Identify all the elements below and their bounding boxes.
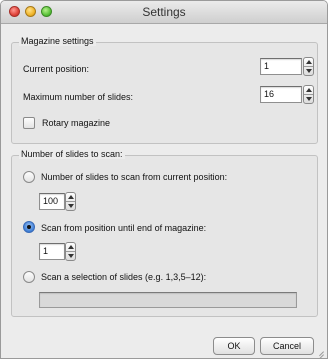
- stepper-arrows-icon[interactable]: [303, 85, 314, 104]
- scan-settings-title: Number of slides to scan:: [19, 149, 125, 159]
- until-end-label: Scan from position until end of magazine…: [41, 223, 207, 233]
- stepper-down-icon[interactable]: [306, 97, 312, 101]
- stepper-down-icon[interactable]: [68, 254, 74, 258]
- max-slides-stepper[interactable]: 16: [260, 85, 315, 104]
- radio-until-end[interactable]: [23, 221, 35, 233]
- stepper-up-icon[interactable]: [68, 245, 74, 249]
- stepper-up-icon[interactable]: [306, 60, 312, 64]
- stepper-arrows-icon[interactable]: [65, 242, 76, 261]
- until-end-field[interactable]: 1: [39, 243, 65, 260]
- settings-window: Settings Magazine settings Current posit…: [0, 0, 328, 359]
- ok-button[interactable]: OK: [213, 337, 255, 355]
- rotary-magazine-label: Rotary magazine: [42, 118, 111, 128]
- max-slides-label: Maximum number of slides:: [23, 92, 134, 102]
- from-current-label: Number of slides to scan from current po…: [41, 172, 228, 182]
- stepper-arrows-icon[interactable]: [303, 57, 314, 76]
- current-position-stepper[interactable]: 1: [260, 57, 315, 76]
- radio-selection[interactable]: [23, 271, 35, 283]
- stepper-down-icon[interactable]: [306, 69, 312, 73]
- stepper-down-icon[interactable]: [68, 204, 74, 208]
- magazine-settings-title: Magazine settings: [19, 36, 96, 46]
- stepper-up-icon[interactable]: [68, 195, 74, 199]
- rotary-magazine-checkbox[interactable]: [23, 117, 35, 129]
- resize-grip-icon[interactable]: [314, 345, 324, 358]
- selection-input[interactable]: [39, 292, 297, 308]
- current-position-label: Current position:: [23, 64, 90, 74]
- stepper-arrows-icon[interactable]: [65, 192, 76, 211]
- current-position-field[interactable]: 1: [260, 58, 302, 75]
- title-bar[interactable]: Settings: [1, 1, 327, 24]
- until-end-stepper[interactable]: 1: [39, 242, 77, 261]
- from-current-stepper[interactable]: 100: [39, 192, 77, 211]
- radio-from-current[interactable]: [23, 171, 35, 183]
- stepper-up-icon[interactable]: [306, 88, 312, 92]
- from-current-field[interactable]: 100: [39, 193, 65, 210]
- cancel-button[interactable]: Cancel: [260, 337, 314, 355]
- max-slides-field[interactable]: 16: [260, 86, 302, 103]
- selection-label: Scan a selection of slides (e.g. 1,3,5–1…: [41, 272, 207, 282]
- window-title: Settings: [142, 5, 186, 19]
